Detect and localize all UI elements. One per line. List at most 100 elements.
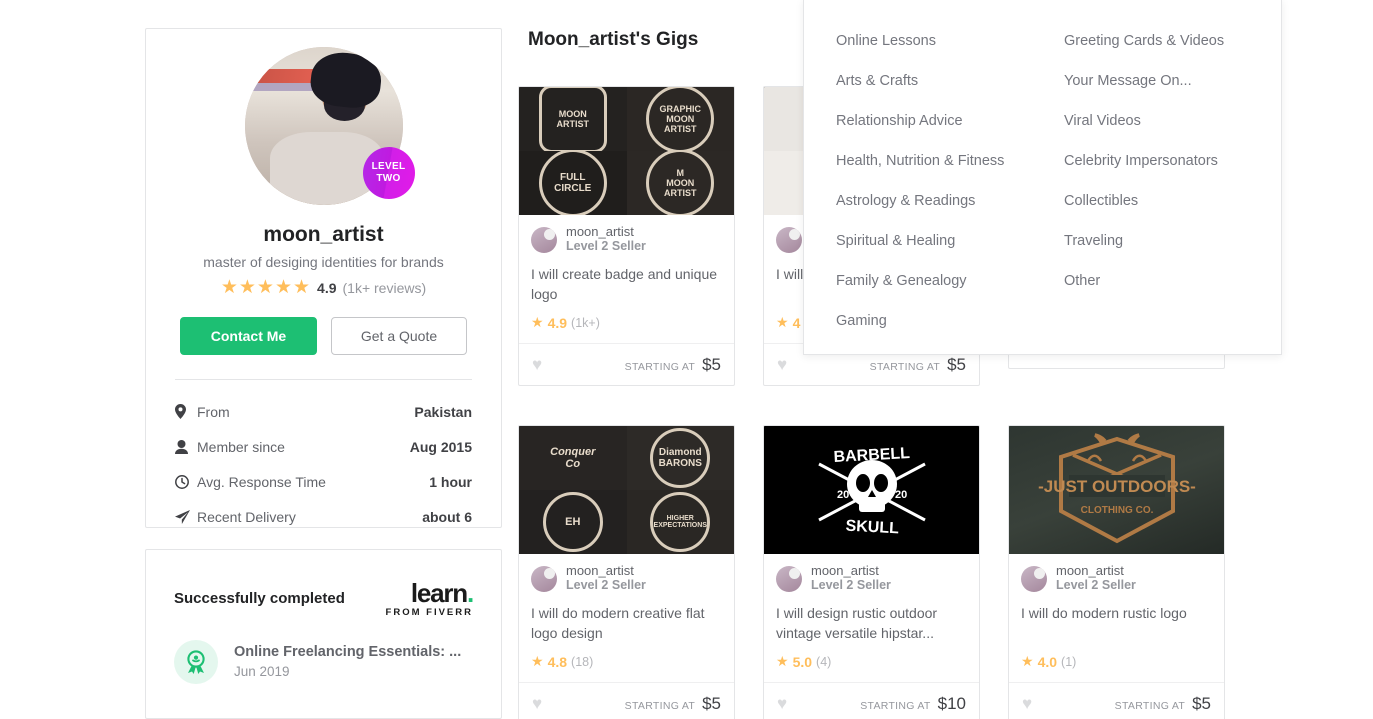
- paper-plane-icon: [175, 509, 197, 524]
- dropdown-item-celebrity-impersonators[interactable]: Celebrity Impersonators: [1064, 141, 1281, 181]
- heart-icon[interactable]: ♥: [1022, 694, 1032, 714]
- heart-icon[interactable]: ♥: [777, 355, 787, 375]
- gig-footer: ♥ STARTING AT $5: [519, 682, 734, 719]
- price-value: $5: [947, 354, 966, 374]
- svg-text:CLOTHING CO.: CLOTHING CO.: [1080, 505, 1153, 516]
- avatar-wrap: LEVEL TWO: [244, 47, 415, 205]
- gig-seller[interactable]: moon_artist Level 2 Seller: [531, 225, 722, 254]
- gig-thumbnail: MOON ARTIST GRAPHIC MOON ARTIST FULL CIRCLE …: [519, 87, 734, 215]
- stat-label: From: [197, 403, 230, 420]
- svg-text:-JUST OUTDOORS-: -JUST OUTDOORS-: [1038, 477, 1196, 496]
- certificate-ribbon-icon: [174, 639, 218, 684]
- gig-seller[interactable]: moon_artist Level 2 Seller: [531, 564, 722, 593]
- svg-text:20: 20: [837, 489, 849, 501]
- seller-level: Level 2 Seller: [1056, 578, 1136, 592]
- heart-icon[interactable]: ♥: [532, 355, 542, 375]
- seller-name: moon_artist: [566, 563, 634, 578]
- gig-description[interactable]: I will create badge and unique logo: [531, 264, 722, 304]
- dropdown-item-online-lessons[interactable]: Online Lessons: [836, 21, 1064, 61]
- stat-row-recent-delivery: Recent Delivery about 6: [175, 499, 472, 534]
- dropdown-item-your-message-on[interactable]: Your Message On...: [1064, 61, 1281, 101]
- dropdown-item-collectibles[interactable]: Collectibles: [1064, 181, 1281, 221]
- gig-seller[interactable]: moon_artist Level 2 Seller: [776, 564, 967, 593]
- gig-price: STARTING AT $5: [625, 355, 721, 375]
- rating-value: 4.9: [317, 279, 337, 296]
- gig-rating: ★ 4.8 (18): [531, 653, 722, 682]
- heart-icon[interactable]: ♥: [777, 694, 787, 714]
- learn-subtitle: FROM FIVERR: [385, 607, 473, 618]
- dropdown-item-family-genealogy[interactable]: Family & Genealogy: [836, 261, 1064, 301]
- gig-rating-value: 4.8: [547, 653, 568, 670]
- gig-seller[interactable]: moon_artist Level 2 Seller: [1021, 564, 1212, 593]
- gig-rating: ★ 4.0 (1): [1021, 653, 1212, 682]
- location-pin-icon: [175, 404, 197, 419]
- price-value: $10: [937, 693, 966, 713]
- dropdown-item-arts-crafts[interactable]: Arts & Crafts: [836, 61, 1064, 101]
- svg-text:20: 20: [895, 489, 907, 501]
- seller-level: Level 2 Seller: [811, 578, 891, 592]
- stat-row-member-since: Member since Aug 2015: [175, 429, 472, 464]
- page-root: LEVEL TWO moon_artist master of desiging…: [0, 0, 1373, 719]
- stat-value: 1 hour: [429, 473, 472, 490]
- completed-course-item[interactable]: Online Freelancing Essentials: ... Jun 2…: [146, 618, 501, 684]
- seller-name: moon_artist: [1056, 563, 1124, 578]
- gig-rating-count: (1): [1061, 654, 1077, 669]
- gig-rating-value: 4.9: [547, 314, 568, 331]
- price-value: $5: [702, 693, 721, 713]
- clock-icon: [175, 474, 197, 489]
- star-icon: ★: [776, 653, 789, 669]
- gig-thumbnail: BARBELL 20 20 SKULL: [764, 426, 979, 554]
- seller-avatar: [1021, 565, 1047, 592]
- star-icon: ★: [531, 653, 544, 669]
- gig-description[interactable]: I will do modern creative flat logo desi…: [531, 603, 722, 643]
- gig-card[interactable]: -JUST OUTDOORS- CLOTHING CO. moon_artist…: [1008, 425, 1225, 719]
- gig-card[interactable]: MOON ARTIST GRAPHIC MOON ARTIST FULL CIRCLE …: [518, 86, 735, 386]
- gig-body: moon_artist Level 2 Seller I will create…: [519, 215, 734, 343]
- dropdown-item-viral-videos[interactable]: Viral Videos: [1064, 101, 1281, 141]
- dropdown-item-astrology-readings[interactable]: Astrology & Readings: [836, 181, 1064, 221]
- gig-price: STARTING AT $10: [860, 694, 966, 714]
- gig-price: STARTING AT $5: [870, 355, 966, 375]
- get-a-quote-button[interactable]: Get a Quote: [331, 317, 467, 355]
- price-label: STARTING AT: [624, 360, 696, 373]
- price-label: STARTING AT: [1114, 699, 1186, 712]
- price-value: $5: [1192, 693, 1211, 713]
- dropdown-item-traveling[interactable]: Traveling: [1064, 221, 1281, 261]
- gig-description[interactable]: I will do modern rustic logo: [1021, 603, 1212, 643]
- level-badge: LEVEL TWO: [362, 147, 415, 199]
- stat-value: about 6: [422, 508, 472, 525]
- stat-label: Member since: [197, 438, 285, 455]
- dropdown-item-health-nutrition-fitness[interactable]: Health, Nutrition & Fitness: [836, 141, 1064, 181]
- gig-rating-value: 4: [792, 314, 801, 331]
- category-dropdown-menu[interactable]: Online Lessons Arts & Crafts Relationshi…: [803, 0, 1282, 355]
- gig-card[interactable]: BARBELL 20 20 SKULL moon_artist Level 2 …: [763, 425, 980, 719]
- gig-rating: ★ 4.9 (1k+): [531, 314, 722, 343]
- gig-body: moon_artist Level 2 Seller I will do mod…: [1009, 554, 1224, 682]
- seller-tagline: master of desiging identities for brands: [203, 254, 444, 270]
- course-name: Online Freelancing Essentials: ...: [234, 644, 462, 660]
- gig-price: STARTING AT $5: [1115, 694, 1211, 714]
- heart-icon[interactable]: ♥: [532, 694, 542, 714]
- profile-divider: [175, 379, 472, 380]
- seller-avatar: [776, 226, 802, 253]
- gig-rating-count: (18): [571, 654, 594, 669]
- gig-footer: ♥ STARTING AT $5: [1009, 682, 1224, 719]
- dropdown-item-other[interactable]: Other: [1064, 261, 1281, 301]
- gig-description[interactable]: I will design rustic outdoor vintage ver…: [776, 603, 967, 643]
- dropdown-item-greeting-cards-videos[interactable]: Greeting Cards & Videos: [1064, 21, 1281, 61]
- seller-name: moon_artist: [811, 563, 879, 578]
- svg-text:SKULL: SKULL: [845, 518, 899, 538]
- dropdown-item-spiritual-healing[interactable]: Spiritual & Healing: [836, 221, 1064, 261]
- gig-thumbnail: Conquer Co Diamond BARONS EH HIGHER EXPECT…: [519, 426, 734, 554]
- star-icon: ★: [1021, 653, 1034, 669]
- dropdown-item-relationship-advice[interactable]: Relationship Advice: [836, 101, 1064, 141]
- dropdown-item-gaming[interactable]: Gaming: [836, 301, 1064, 341]
- user-icon: [175, 439, 197, 454]
- seller-avatar: [531, 226, 557, 253]
- stat-label: Avg. Response Time: [197, 473, 326, 490]
- price-label: STARTING AT: [860, 699, 931, 712]
- profile-actions: Contact Me Get a Quote: [146, 317, 501, 355]
- seller-avatar: [776, 565, 802, 592]
- gig-card[interactable]: Conquer Co Diamond BARONS EH HIGHER EXPECT…: [518, 425, 735, 719]
- contact-me-button[interactable]: Contact Me: [180, 317, 317, 355]
